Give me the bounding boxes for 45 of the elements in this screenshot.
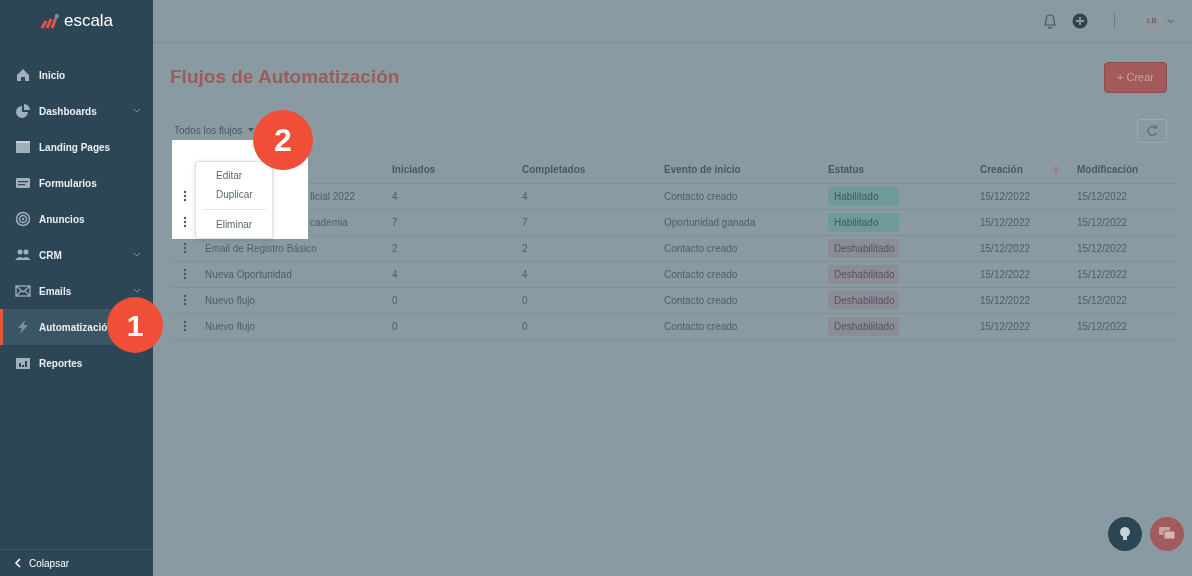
sidebar-item[interactable]: Dashboards <box>0 93 153 129</box>
table-cell: 15/12/2022 <box>980 294 1031 306</box>
logo-text: escala <box>63 10 114 33</box>
table-cell: 4 <box>522 190 528 202</box>
table-cell: 15/12/2022 <box>1077 190 1128 202</box>
table-cell: Contacto creado <box>664 242 738 254</box>
collapse-button[interactable]: Colapsar <box>0 549 153 576</box>
table-cell: 15/12/2022 <box>1077 320 1128 332</box>
table-cell: Contacto creado <box>664 320 738 332</box>
table-cell: 15/12/2022 <box>1077 216 1128 228</box>
status-badge: Deshabilitado <box>828 290 899 310</box>
table-cell: Contacto creado <box>664 294 738 306</box>
sidebar-item[interactable]: Anuncios <box>0 201 153 237</box>
page-title: Flujos de Automatización <box>170 65 400 89</box>
status-badge: Deshabilitado <box>828 238 899 258</box>
status-badge: Habilitado <box>828 212 899 232</box>
menu-item[interactable]: Eliminar <box>196 215 272 234</box>
table-cell: 15/12/2022 <box>1077 242 1128 254</box>
table-cell: Contacto creado <box>664 190 738 202</box>
sidebar-item[interactable]: Formularios <box>0 165 153 201</box>
status-badge: Habilitado <box>828 186 899 206</box>
table-cell: 4 <box>392 190 398 202</box>
table-cell: 7 <box>522 216 528 228</box>
table-cell: cademia <box>310 216 348 228</box>
sidebar-item[interactable]: Landing Pages <box>0 129 153 165</box>
step-number-tooltip: 2 <box>253 110 313 170</box>
table-cell: 15/12/2022 <box>980 320 1031 332</box>
table-cell: 15/12/2022 <box>1077 294 1128 306</box>
table-cell: Nueva Oportunidad <box>205 268 292 280</box>
table-cell: 15/12/2022 <box>980 242 1031 254</box>
sidebar-item[interactable]: CRM <box>0 237 153 273</box>
table-cell: 15/12/2022 <box>980 190 1031 202</box>
table-cell: 4 <box>392 268 398 280</box>
status-badge: Deshabilitado <box>828 316 899 336</box>
table-cell: 15/12/2022 <box>1077 268 1128 280</box>
table-cell: 15/12/2022 <box>980 216 1031 228</box>
table-cell: Contacto creado <box>664 268 738 280</box>
table-cell: Email de Registro Básico <box>205 242 317 254</box>
table-cell: 7 <box>392 216 398 228</box>
table-cell: ficial 2022 <box>310 190 356 202</box>
status-badge: Deshabilitado <box>828 264 899 284</box>
table-cell: 15/12/2022 <box>980 268 1031 280</box>
sidebar-item[interactable]: Inicio <box>0 57 153 93</box>
table-cell: 4 <box>522 268 528 280</box>
menu-item[interactable]: Duplicar <box>196 185 272 204</box>
